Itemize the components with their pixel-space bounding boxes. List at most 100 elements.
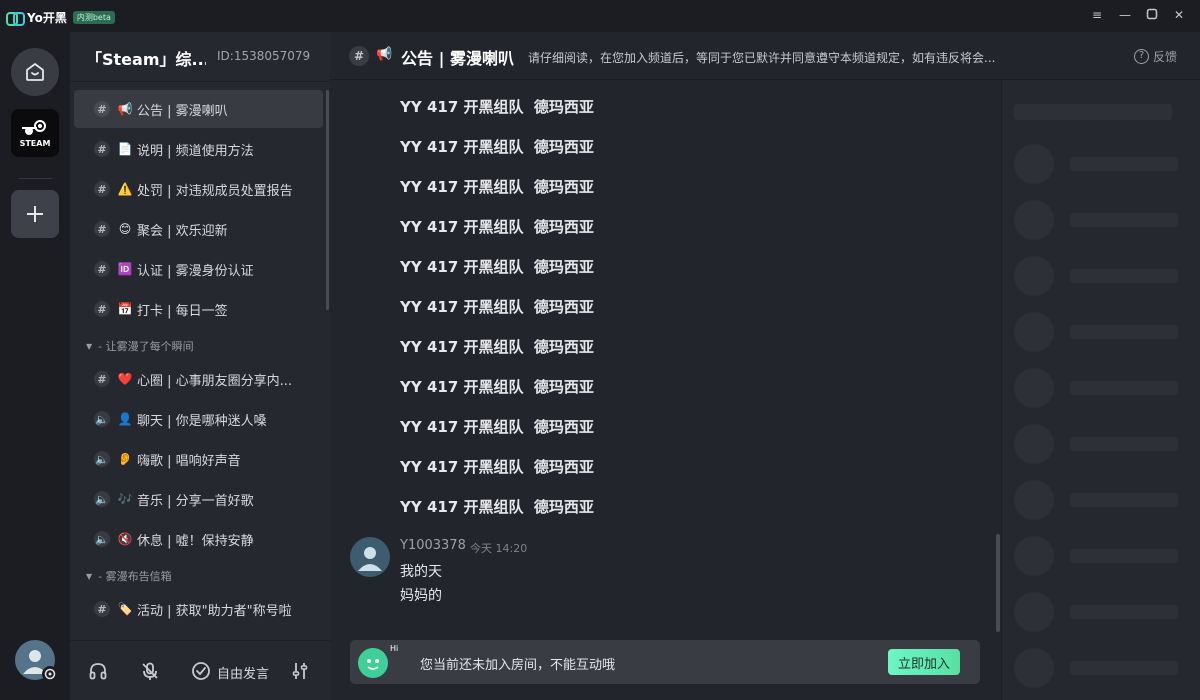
speaker-icon: 🔈 bbox=[94, 451, 110, 467]
message-scrollbar[interactable] bbox=[996, 534, 1000, 632]
mascot-icon bbox=[358, 648, 388, 678]
hash-icon: # bbox=[94, 221, 110, 237]
steam-label: STEAM bbox=[19, 138, 51, 148]
message-line: YY 417 开黑组队 德玛西亚 bbox=[400, 498, 594, 516]
message-line: YY 417 开黑组队 德玛西亚 bbox=[400, 258, 594, 276]
message-line: YY 417 开黑组队 德玛西亚 bbox=[400, 298, 594, 316]
feedback-button[interactable]: ? 反馈 bbox=[1134, 48, 1177, 65]
megaphone-icon: 📢 bbox=[376, 47, 393, 62]
app-logo: Yo开黑 内测beta bbox=[6, 9, 115, 26]
free-speak-button[interactable]: 自由发言 bbox=[217, 663, 269, 682]
channel-label: 活动 | 获取"助力者"称号啦 bbox=[137, 603, 292, 619]
message-line: YY 417 开黑组队 德玛西亚 bbox=[400, 218, 594, 236]
channel-sidebar: 「Steam」综... ID:1538057079 # 📢 公告 | 雾漫喇叭 … bbox=[70, 32, 330, 700]
channel-item-heart[interactable]: # ❤️ 心圈 | 心事朋友圈分享内... bbox=[74, 360, 323, 398]
channel-item-party[interactable]: # 😊 聚会 | 欢乐迎新 bbox=[74, 210, 323, 248]
channel-item-sing[interactable]: 🔈 👂 嗨歌 | 唱响好声音 bbox=[74, 440, 323, 478]
title-bar: Yo开黑 内测beta ≡ — ✕ bbox=[0, 0, 1200, 32]
channel-item-checkin[interactable]: # 📅 打卡 | 每日一签 bbox=[74, 290, 323, 328]
menu-icon[interactable]: ≡ bbox=[1090, 8, 1104, 22]
beta-badge: 内测beta bbox=[72, 11, 115, 24]
channel-item-event[interactable]: # 🏷️ 活动 | 获取"助力者"称号啦 bbox=[74, 590, 323, 628]
message-avatar[interactable] bbox=[350, 537, 390, 577]
category-moments[interactable]: ▼ - 让雾漫了每个瞬间 bbox=[86, 338, 194, 354]
channel-label: 聚会 | 欢乐迎新 bbox=[137, 223, 228, 239]
channel-item-instructions[interactable]: # 📄 说明 | 频道使用方法 bbox=[74, 130, 323, 168]
category-label: - 雾漫布告信箱 bbox=[98, 570, 172, 583]
category-label: - 让雾漫了每个瞬间 bbox=[98, 340, 194, 353]
heart-icon: ❤️ bbox=[117, 372, 133, 386]
channel-item-music[interactable]: 🔈 🎶 音乐 | 分享一首好歌 bbox=[74, 480, 323, 518]
channel-item-penalty[interactable]: # ⚠️ 处罚 | 对违规成员处置报告 bbox=[74, 170, 323, 208]
skeleton-avatar bbox=[1014, 312, 1054, 352]
channel-label: 打卡 | 每日一签 bbox=[137, 303, 228, 319]
hash-icon: # bbox=[94, 101, 110, 117]
headphones-icon[interactable] bbox=[88, 661, 108, 681]
join-now-button[interactable]: 立即加入 bbox=[888, 649, 960, 675]
channel-label: 处罚 | 对违规成员处置报告 bbox=[137, 183, 293, 199]
close-icon[interactable]: ✕ bbox=[1172, 8, 1186, 22]
person-icon: 👤 bbox=[117, 412, 133, 426]
mute-icon: 🔇 bbox=[117, 532, 133, 546]
settings-sliders-icon[interactable] bbox=[290, 661, 310, 681]
add-server-button[interactable] bbox=[11, 190, 59, 238]
join-room-bar: Hi 您当前还未加入房间，不能互动哦 立即加入 bbox=[350, 640, 980, 684]
megaphone-icon: 📢 bbox=[117, 102, 133, 116]
id-icon: 🆔 bbox=[117, 262, 133, 276]
skeleton-avatar bbox=[1014, 480, 1054, 520]
message-line: YY 417 开黑组队 德玛西亚 bbox=[400, 178, 594, 196]
caret-down-icon: ▼ bbox=[86, 571, 93, 581]
skeleton-avatar bbox=[1014, 424, 1054, 464]
skeleton-bar bbox=[1070, 381, 1178, 395]
skeleton-bar bbox=[1070, 213, 1178, 227]
server-id: ID:1538057079 bbox=[217, 49, 311, 63]
channel-header: # 📢 公告 | 雾漫喇叭 请仔细阅读，在您加入频道后，等同于您已默许并同意遵守… bbox=[330, 32, 1200, 80]
message-line: YY 417 开黑组队 德玛西亚 bbox=[400, 338, 594, 356]
message-timestamp: 今天 14:20 bbox=[470, 542, 528, 555]
app-name: Yo开黑 bbox=[27, 11, 67, 25]
skeleton-avatar bbox=[1014, 368, 1054, 408]
plus-icon bbox=[27, 206, 43, 222]
warning-icon: ⚠️ bbox=[117, 182, 133, 196]
channel-item-verify[interactable]: # 🆔 认证 | 雾漫身份认证 bbox=[74, 250, 323, 288]
mic-muted-icon[interactable] bbox=[140, 661, 160, 681]
voice-controls: 自由发言 bbox=[70, 640, 330, 700]
smile-icon: 😊 bbox=[118, 222, 132, 236]
sidebar-scrollbar[interactable] bbox=[326, 90, 329, 310]
help-icon: ? bbox=[1134, 49, 1149, 64]
maximize-icon[interactable] bbox=[1145, 8, 1159, 22]
channel-item-chat[interactable]: 🔈 👤 聊天 | 你是哪种迷人嗓 bbox=[74, 400, 323, 438]
skeleton-bar bbox=[1070, 605, 1178, 619]
skeleton-bar bbox=[1070, 325, 1178, 339]
hash-icon: # bbox=[94, 181, 110, 197]
server-steam-button[interactable]: STEAM bbox=[11, 109, 59, 157]
app-logo-icon bbox=[6, 11, 25, 26]
minimize-icon[interactable]: — bbox=[1118, 8, 1132, 22]
hash-icon: # bbox=[94, 261, 110, 277]
channel-topic[interactable]: 请仔细阅读，在您加入频道后，等同于您已默许并同意遵守本频道规定，如有违反将会..… bbox=[528, 49, 998, 66]
message-line: YY 417 开黑组队 德玛西亚 bbox=[400, 458, 594, 476]
steam-logo-icon bbox=[22, 119, 46, 135]
server-name: 「Steam」综... bbox=[86, 50, 206, 69]
channel-label: 聊天 | 你是哪种迷人嗓 bbox=[137, 413, 267, 429]
message-line: YY 417 开黑组队 德玛西亚 bbox=[400, 138, 594, 156]
hi-badge: Hi bbox=[388, 644, 401, 653]
message-line: YY 417 开黑组队 德玛西亚 bbox=[400, 418, 594, 436]
hash-icon: # bbox=[349, 46, 369, 66]
message-author[interactable]: Y1003378 bbox=[400, 538, 466, 553]
channel-label: 说明 | 频道使用方法 bbox=[137, 143, 254, 159]
message-text: 我的天 bbox=[400, 564, 442, 580]
channel-item-rest[interactable]: 🔈 🔇 休息 | 嘘！保持安静 bbox=[74, 520, 323, 558]
home-button[interactable] bbox=[11, 48, 59, 96]
free-speak-icon[interactable] bbox=[191, 661, 211, 681]
rail-divider bbox=[18, 178, 52, 179]
speaker-icon: 🔈 bbox=[94, 531, 110, 547]
ear-icon: 👂 bbox=[117, 452, 133, 466]
category-notice-box[interactable]: ▼ - 雾漫布告信箱 bbox=[86, 568, 172, 584]
channel-label: 嗨歌 | 唱响好声音 bbox=[137, 453, 241, 469]
skeleton-avatar bbox=[1014, 536, 1054, 576]
channel-item-announcement[interactable]: # 📢 公告 | 雾漫喇叭 bbox=[74, 90, 323, 128]
hash-icon: # bbox=[94, 371, 110, 387]
user-status-icon[interactable] bbox=[42, 666, 58, 682]
server-header[interactable]: 「Steam」综... ID:1538057079 bbox=[70, 32, 330, 82]
